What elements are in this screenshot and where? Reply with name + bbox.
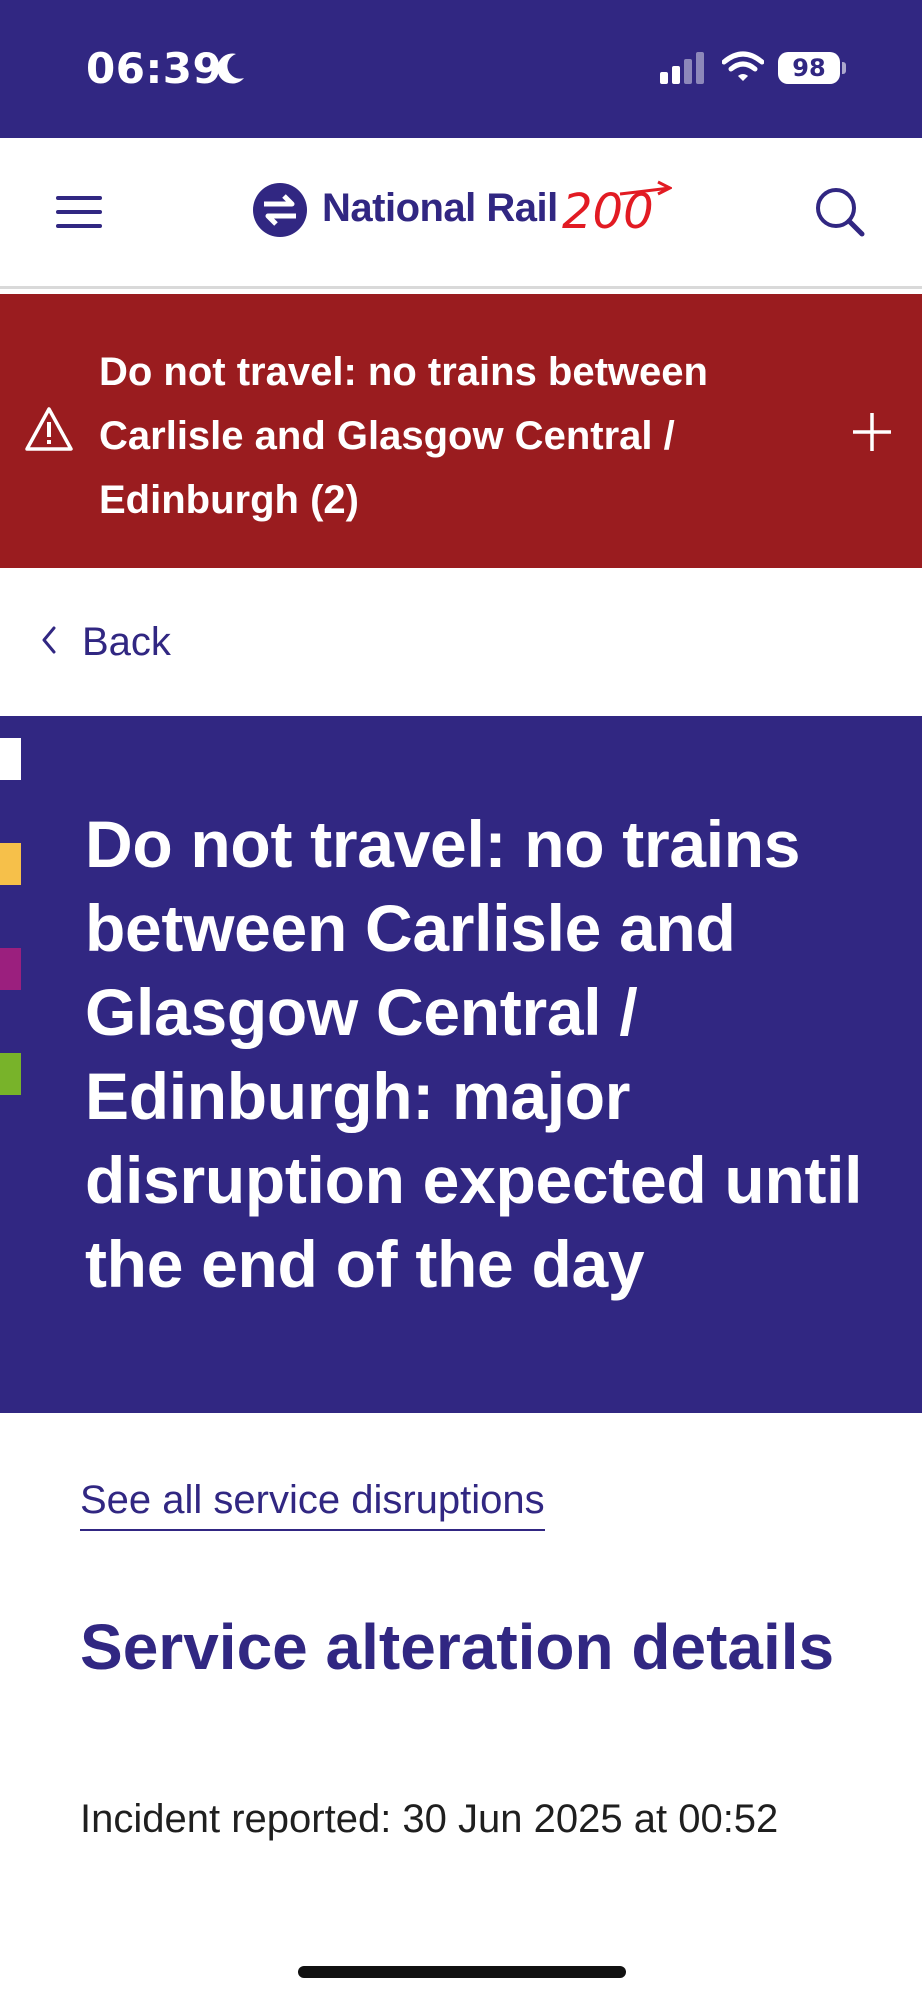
- battery-icon: 98: [778, 52, 840, 84]
- menu-icon[interactable]: [56, 194, 102, 235]
- search-icon[interactable]: [814, 186, 866, 243]
- plus-icon[interactable]: [852, 412, 892, 457]
- logo-text: National Rail: [322, 186, 558, 230]
- section-title: Service alteration details: [80, 1611, 835, 1683]
- stripe-yellow: [0, 843, 21, 885]
- chevron-left-icon: [40, 625, 58, 660]
- back-link[interactable]: Back: [40, 612, 171, 672]
- anniversary-badge: 200: [560, 178, 674, 243]
- site-header: National Rail 200: [0, 138, 922, 289]
- home-indicator[interactable]: [298, 1966, 626, 1978]
- alert-message: Do not travel: no trains between Carlisl…: [99, 350, 708, 522]
- stripe-white: [0, 738, 21, 780]
- stripe-magenta: [0, 948, 21, 990]
- status-time: 06:39: [86, 44, 223, 93]
- stripe-green: [0, 1053, 21, 1095]
- battery-nub: [842, 62, 846, 74]
- disruption-alert-banner[interactable]: Do not travel: no trains between Carlisl…: [0, 294, 922, 568]
- moon-icon: [216, 52, 246, 91]
- status-bar: 06:39 98: [0, 0, 922, 138]
- warning-icon: [24, 406, 74, 457]
- signal-icon: [660, 52, 708, 89]
- incident-reported: Incident reported: 30 Jun 2025 at 00:52: [80, 1797, 779, 1841]
- see-all-disruptions-link[interactable]: See all service disruptions: [80, 1478, 545, 1531]
- back-label: Back: [82, 619, 171, 664]
- page-title: Do not travel: no trains between Carlisl…: [85, 807, 863, 1301]
- national-rail-logo-icon[interactable]: [252, 182, 308, 243]
- incident-hero: Do not travel: no trains between Carlisl…: [0, 716, 922, 1413]
- wifi-icon: [721, 50, 765, 89]
